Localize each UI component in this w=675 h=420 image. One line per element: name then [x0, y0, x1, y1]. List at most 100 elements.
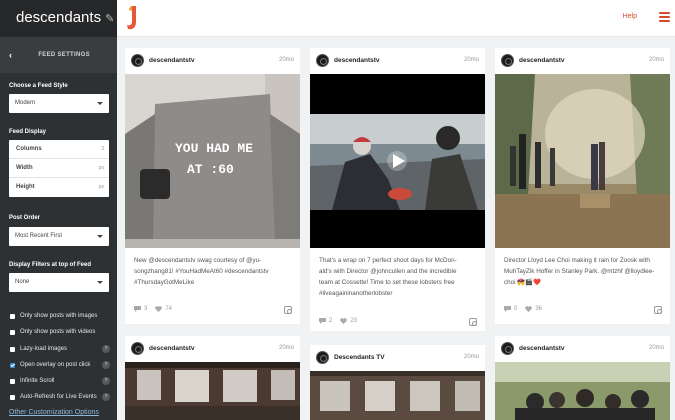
help-icon[interactable]: ?: [102, 345, 110, 353]
avatar: [501, 54, 514, 67]
comment-icon: [319, 318, 326, 324]
comment-count: 3: [144, 306, 148, 312]
option-auto-refresh[interactable]: Auto-Refresh for Live Events?: [10, 393, 110, 401]
shirt-text: YOU HAD ME: [175, 141, 253, 156]
help-icon[interactable]: ?: [102, 377, 110, 385]
like-count: 36: [535, 306, 543, 312]
shirt-text: AT :60: [187, 162, 234, 177]
post-username[interactable]: Descendants TV: [334, 354, 385, 361]
filters-select[interactable]: None: [9, 273, 109, 292]
comment-icon: [134, 306, 141, 312]
settings-sidebar: descendants ✎ ‹ FEED SETTINGS Choose a Fe…: [0, 0, 117, 420]
post-video[interactable]: [310, 74, 485, 248]
juicer-logo-icon[interactable]: [125, 5, 139, 31]
option-videos-only[interactable]: Only show posts with videos: [10, 329, 110, 335]
feed-display-label: Feed Display: [9, 129, 47, 135]
post-header: descendantstv 20mo: [125, 336, 300, 362]
feed-name: descendants: [16, 9, 102, 26]
post-image[interactable]: [125, 362, 300, 420]
feed-display-fields: Columns 3 Width px Height px: [9, 140, 109, 197]
option-open-overlay[interactable]: Open overlay on post click?: [10, 361, 110, 369]
post-image[interactable]: [310, 371, 485, 420]
post-card[interactable]: descendantstv 20mo: [125, 336, 300, 420]
help-icon[interactable]: ?: [102, 361, 110, 369]
post-card[interactable]: descendantstv 20mo YOU HAD ME AT :60 New…: [125, 48, 300, 324]
avatar: [316, 54, 329, 67]
post-time: 20mo: [463, 354, 479, 360]
post-username[interactable]: descendantstv: [519, 57, 565, 64]
post-username[interactable]: descendantstv: [334, 57, 380, 64]
feed-style-select[interactable]: Modern: [9, 94, 109, 113]
option-lazy-load[interactable]: Lazy-load images?: [10, 345, 110, 353]
hamburger-menu-icon[interactable]: [659, 12, 670, 22]
feed-name-bar[interactable]: descendants ✎: [0, 0, 117, 37]
back-arrow-icon[interactable]: ‹: [9, 50, 12, 60]
feed-style-label: Choose a Feed Style: [9, 83, 68, 89]
comment-icon: [504, 306, 511, 312]
height-field[interactable]: Height px: [9, 178, 109, 197]
width-field[interactable]: Width px: [9, 159, 109, 178]
post-stats: 2 23: [319, 318, 357, 324]
option-infinite-scroll[interactable]: Infinite Scroll?: [10, 377, 110, 385]
help-icon[interactable]: ?: [102, 393, 110, 401]
chevron-down-icon: [97, 235, 103, 238]
post-image[interactable]: [495, 74, 670, 248]
post-header: descendantstv 20mo: [495, 48, 670, 74]
post-header: descendantstv 20mo: [125, 48, 300, 74]
heart-icon: [340, 318, 348, 324]
post-image[interactable]: YOU HAD ME AT :60: [125, 74, 300, 248]
avatar: [131, 54, 144, 67]
checkbox[interactable]: [10, 346, 15, 352]
post-card[interactable]: descendantstv 20mo That's a wrap on 7 pe…: [310, 48, 485, 331]
post-card[interactable]: descendantstv 20mo Director Lloyd Lee Ch…: [495, 48, 670, 324]
post-order-label: Post Order: [9, 215, 41, 221]
post-time: 20mo: [278, 345, 294, 351]
other-options-link[interactable]: Other Customization Options: [9, 409, 99, 416]
post-header: descendantstv 20mo: [310, 48, 485, 74]
settings-title: FEED SETTINGS: [38, 52, 90, 58]
checkbox-checked[interactable]: [10, 362, 15, 368]
post-time: 20mo: [648, 57, 664, 63]
avatar: [501, 342, 514, 355]
post-card[interactable]: Descendants TV 20mo: [310, 345, 485, 420]
post-time: 20mo: [278, 57, 294, 63]
checkbox[interactable]: [10, 378, 15, 384]
heart-icon: [525, 306, 533, 312]
post-time: 20mo: [648, 345, 664, 351]
avatar: [316, 351, 329, 364]
chevron-down-icon: [97, 102, 103, 105]
like-count: 74: [165, 306, 173, 312]
post-image[interactable]: [495, 362, 670, 420]
columns-field[interactable]: Columns 3: [9, 140, 109, 159]
post-caption: That's a wrap on 7 perfect shoot days fo…: [319, 257, 457, 297]
instagram-icon[interactable]: [469, 318, 477, 326]
post-stats: 0 36: [504, 306, 542, 312]
avatar: [131, 342, 144, 355]
post-caption: Director Lloyd Lee Choi making it rain f…: [504, 257, 655, 286]
post-time: 20mo: [463, 57, 479, 63]
post-order-select[interactable]: Most Recent First: [9, 227, 109, 246]
post-stats: 3 74: [134, 306, 172, 312]
instagram-icon[interactable]: [654, 306, 662, 314]
checkbox[interactable]: [10, 329, 15, 335]
option-images-only[interactable]: Only show posts with images: [10, 313, 110, 319]
help-link[interactable]: Help: [623, 13, 637, 20]
checkbox[interactable]: [10, 394, 15, 400]
settings-header: ‹ FEED SETTINGS: [0, 37, 117, 73]
instagram-icon[interactable]: [284, 306, 292, 314]
post-caption: New @descendantstv swag courtesy of @yu-…: [134, 257, 269, 286]
top-bar: Help: [117, 0, 675, 37]
post-username[interactable]: descendantstv: [149, 345, 195, 352]
post-username[interactable]: descendantstv: [149, 57, 195, 64]
post-header: descendantstv 20mo: [495, 336, 670, 362]
chevron-down-icon: [97, 281, 103, 284]
post-header: Descendants TV 20mo: [310, 345, 485, 371]
pencil-icon[interactable]: ✎: [105, 13, 114, 25]
checkbox[interactable]: [10, 313, 15, 319]
heart-icon: [155, 306, 163, 312]
post-card[interactable]: descendantstv 20mo: [495, 336, 670, 420]
like-count: 23: [350, 318, 358, 324]
post-username[interactable]: descendantstv: [519, 345, 565, 352]
filters-label: Display Filters at top of Feed: [9, 262, 92, 268]
comment-count: 0: [514, 306, 518, 312]
